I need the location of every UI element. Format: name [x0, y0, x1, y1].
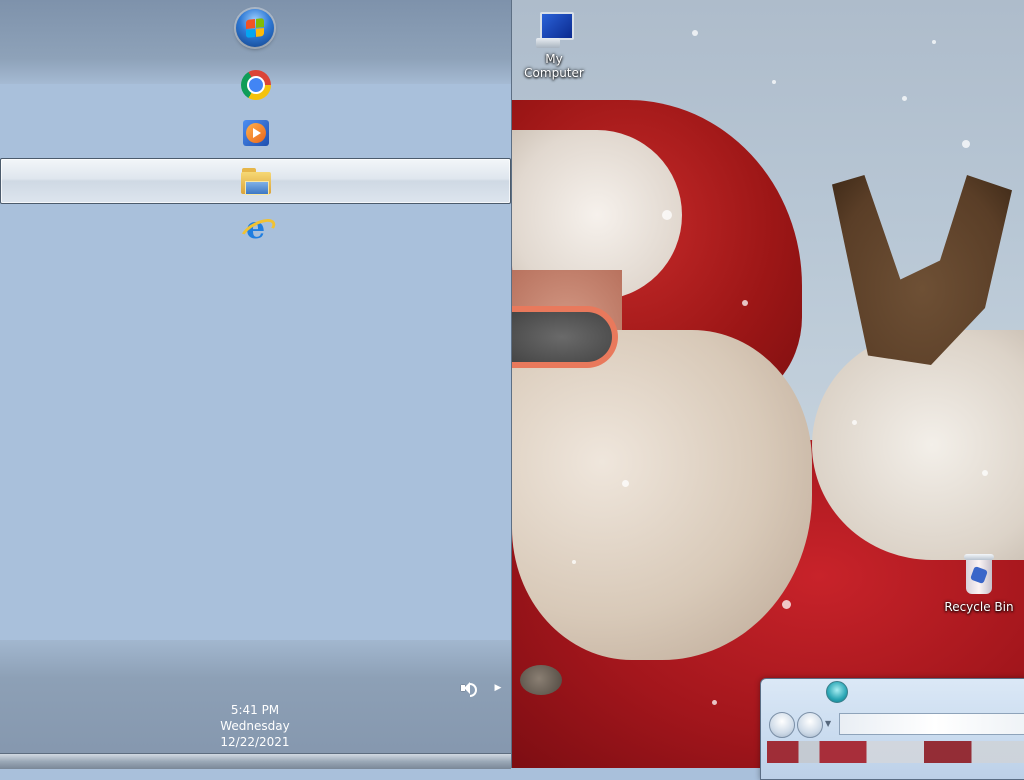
wallpaper-sunglasses: [512, 306, 618, 368]
address-bar[interactable]: [839, 713, 1024, 735]
start-button[interactable]: [236, 9, 274, 47]
snowflake: [932, 40, 936, 44]
wallpaper-santa-beard: [512, 330, 812, 660]
windows-logo-icon: [246, 18, 264, 38]
explorer-window-icon: [826, 681, 848, 703]
explorer-content-preview: [767, 741, 1024, 763]
snowflake: [982, 470, 988, 476]
desktop-icon-label: My Computer: [524, 52, 584, 80]
computer-icon: [534, 10, 574, 50]
snowflake: [772, 80, 776, 84]
recycle-bin-icon: [959, 552, 999, 598]
taskbar: e ▶ 5:41 PM Wednesday 12/22/2021: [0, 0, 512, 769]
clock-date: 12/22/2021: [220, 735, 290, 749]
snowflake: [902, 96, 907, 101]
taskbar-button-media-player[interactable]: [0, 111, 511, 155]
windows-explorer-folder-icon: [240, 167, 272, 195]
explorer-window[interactable]: ▼: [760, 678, 1024, 780]
desktop[interactable]: My Computer Recycle Bin: [512, 0, 1024, 768]
clock-time: 5:41 PM: [230, 703, 280, 717]
snowflake: [852, 420, 857, 425]
taskbar-clock[interactable]: 5:41 PM Wednesday 12/22/2021: [205, 702, 305, 750]
snowflake: [712, 700, 717, 705]
desktop-icon-my-computer[interactable]: My Computer: [514, 10, 594, 80]
windows-media-player-icon: [242, 120, 269, 146]
clock-day: Wednesday: [220, 719, 290, 733]
taskbar-button-internet-explorer[interactable]: e: [0, 207, 511, 251]
speaker-icon[interactable]: [460, 680, 477, 697]
desktop-icon-label: Recycle Bin: [944, 600, 1014, 614]
expand-arrow-icon[interactable]: ▶: [492, 681, 504, 695]
snowflake: [622, 480, 629, 487]
snowflake: [572, 560, 576, 564]
show-desktop-button[interactable]: [0, 753, 511, 769]
snowflake: [692, 30, 698, 36]
snowflake: [782, 600, 791, 609]
snowflake: [742, 300, 748, 306]
taskbar-button-chrome[interactable]: [0, 63, 511, 107]
forward-button[interactable]: [797, 712, 823, 738]
snowflake: [662, 210, 672, 220]
chrome-icon: [240, 70, 271, 100]
back-button[interactable]: [769, 712, 795, 738]
desktop-icon-recycle-bin[interactable]: Recycle Bin: [939, 552, 1019, 614]
taskbar-button-explorer[interactable]: [0, 158, 511, 204]
recent-pages-dropdown[interactable]: ▼: [825, 719, 835, 729]
wallpaper-coat-button: [520, 665, 562, 695]
snowflake: [962, 140, 970, 148]
internet-explorer-icon: e: [240, 213, 272, 245]
